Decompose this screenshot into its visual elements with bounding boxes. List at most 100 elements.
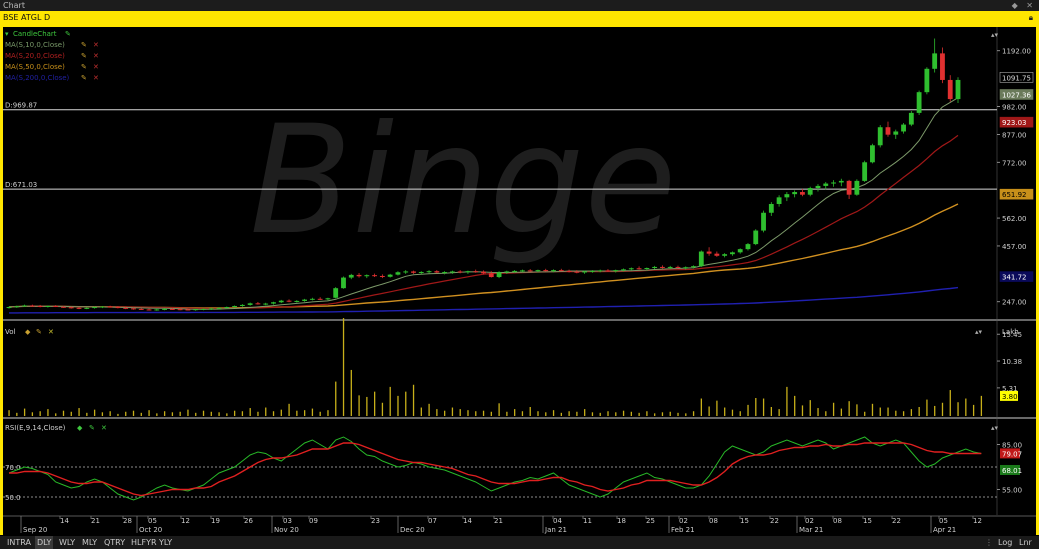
- candle-body: [138, 308, 144, 310]
- volume-bar: [661, 412, 664, 416]
- candle-body: [504, 271, 510, 273]
- volume-bar: [420, 407, 422, 416]
- candle-body: [449, 271, 455, 273]
- candle-body: [543, 270, 549, 272]
- price-tick-label: 877.00: [1002, 131, 1027, 139]
- candle: [294, 300, 300, 303]
- period-hlfyr[interactable]: HLFYR: [129, 536, 159, 549]
- volume-bar: [848, 401, 850, 416]
- rsi-label: RSI(E,9,14,Close): [5, 424, 66, 432]
- candle: [924, 67, 930, 95]
- volume-bar: [902, 411, 905, 416]
- candle-body: [131, 308, 136, 310]
- volume-close-icon: ✕: [48, 328, 54, 336]
- rsi-signal-line: [9, 442, 982, 497]
- candle-body: [123, 307, 129, 309]
- chart-area[interactable]: Binge D:969.87 D:671.03 1192.00 982.00 877.00…: [3, 27, 1036, 535]
- candle-body: [22, 305, 27, 307]
- candle: [286, 299, 292, 303]
- rsi-tick-label: 85.00: [1002, 442, 1022, 450]
- volume-bar: [490, 411, 492, 416]
- candle-body: [201, 308, 206, 310]
- candle-body: [877, 127, 883, 146]
- period-wly[interactable]: WLY: [57, 536, 77, 549]
- indicator-legend-item[interactable]: MA(S,50,0,Close) ✎ ✕: [5, 63, 99, 71]
- candle: [800, 188, 805, 197]
- volume-bar: [195, 412, 197, 416]
- volume-bar: [576, 411, 578, 416]
- volume-bar: [599, 412, 601, 416]
- log-button[interactable]: Log: [998, 536, 1012, 549]
- candle-body: [519, 270, 525, 272]
- rsi-tag-label: 79.07: [1002, 450, 1022, 458]
- volume-bar: [47, 409, 49, 416]
- candle: [940, 47, 945, 84]
- chart-svg[interactable]: Binge D:969.87 D:671.03 1192.00 982.00 877.00…: [3, 27, 1036, 535]
- candle: [107, 305, 113, 308]
- volume-bar: [257, 411, 259, 416]
- indicator-legend-item[interactable]: MA(S,20,0,Close) ✎ ✕: [5, 52, 99, 60]
- lnr-button[interactable]: Lnr: [1019, 536, 1032, 549]
- volume-bar: [529, 407, 531, 416]
- candle-body: [53, 305, 59, 307]
- x-day-label: 02: [805, 517, 814, 525]
- candle-body: [154, 309, 160, 311]
- x-day-label: 14: [60, 517, 69, 525]
- watermark-text: Binge: [249, 94, 676, 268]
- indicator-legend-item[interactable]: MA(S,10,0,Close) ✎ ✕: [5, 41, 99, 49]
- x-day-label: 02: [679, 517, 688, 525]
- candle: [333, 287, 339, 299]
- volume-bar: [280, 409, 282, 416]
- candle-body: [271, 302, 276, 304]
- candle-body: [442, 271, 448, 273]
- volume-bar: [55, 413, 57, 416]
- period-dly[interactable]: DLY: [35, 536, 54, 549]
- close-icon: ✕: [93, 63, 99, 71]
- candle: [947, 75, 953, 102]
- candle-body: [652, 266, 658, 269]
- period-qtry[interactable]: QTRY: [102, 536, 127, 549]
- lock-icon[interactable]: 🔒︎: [1029, 13, 1033, 23]
- volume-bar: [70, 411, 72, 416]
- volume-bar: [879, 407, 881, 416]
- period-intra[interactable]: INTRA: [5, 536, 33, 549]
- volume-bar: [86, 412, 88, 416]
- candle-body: [348, 274, 354, 278]
- candle: [372, 273, 378, 278]
- indicator-legend-item[interactable]: MA(S,200,0,Close) ✎ ✕: [5, 74, 99, 82]
- volume-bar: [226, 413, 228, 416]
- volume-bar: [949, 390, 951, 416]
- volume-bar: [265, 407, 267, 416]
- candle: [356, 273, 362, 278]
- volume-bar: [366, 396, 368, 416]
- candle: [53, 305, 59, 308]
- x-day-label: 22: [770, 517, 779, 525]
- candle-body: [955, 79, 961, 100]
- period-mly[interactable]: MLY: [80, 536, 99, 549]
- candle: [807, 186, 813, 197]
- volume-tag-label: 3.80: [1002, 393, 1018, 401]
- candle-body: [403, 271, 409, 273]
- period-yly[interactable]: YLY: [157, 536, 174, 549]
- volume-bar: [965, 398, 967, 416]
- volume-bar: [451, 407, 454, 416]
- candle-body: [613, 270, 619, 272]
- x-day-label: 23: [371, 517, 380, 525]
- window-controls[interactable]: ◆ ✕: [1012, 0, 1036, 11]
- x-day-label: 15: [740, 517, 749, 525]
- candle: [527, 269, 533, 272]
- volume-bar: [405, 391, 407, 416]
- volume-bar: [560, 412, 562, 416]
- candle: [870, 143, 875, 164]
- indicator-legend-item[interactable]: CandleChart ▾ ✎: [5, 30, 71, 38]
- candle-body: [278, 300, 284, 303]
- volume-bar: [646, 411, 648, 416]
- volume-bar: [288, 403, 290, 416]
- candle: [309, 297, 315, 301]
- candle-body: [947, 79, 953, 100]
- candle: [271, 301, 276, 305]
- candle: [815, 184, 821, 192]
- candle-body: [193, 309, 199, 311]
- volume-bar: [840, 408, 843, 416]
- volume-bar: [506, 411, 508, 416]
